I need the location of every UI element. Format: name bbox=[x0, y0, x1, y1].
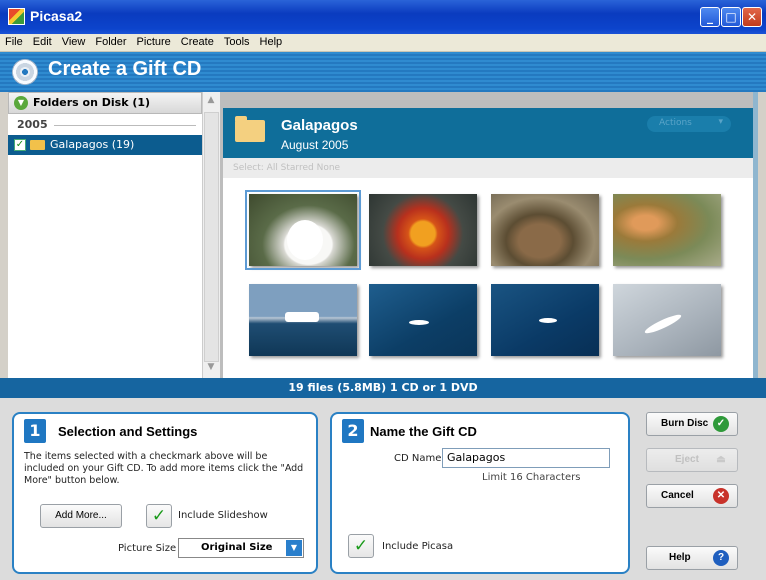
tropicbird-flying-photo[interactable] bbox=[491, 284, 599, 356]
eject-label: Eject bbox=[675, 454, 699, 465]
actions-dropdown[interactable]: Actions bbox=[647, 116, 731, 132]
collapse-arrow-icon[interactable]: ▼ bbox=[14, 96, 28, 110]
album-folder-icon bbox=[235, 116, 265, 142]
chick-shape bbox=[287, 220, 323, 260]
menu-create[interactable]: Create bbox=[176, 34, 219, 48]
menu-help[interactable]: Help bbox=[255, 34, 288, 48]
boat-shape bbox=[285, 312, 319, 322]
cancel-x-icon: ✕ bbox=[713, 488, 729, 504]
name-gift-cd-title: Name the Gift CD bbox=[370, 424, 477, 439]
year-divider: 2005 bbox=[8, 116, 202, 134]
folder-item-galapagos[interactable]: ✓ Galapagos (19) bbox=[8, 135, 202, 155]
cd-icon bbox=[12, 59, 38, 85]
name-gift-cd-card: 2 Name the Gift CD CD Name Galapagos Lim… bbox=[330, 412, 630, 574]
help-question-icon: ? bbox=[713, 550, 729, 566]
picture-size-value: Original Size bbox=[201, 542, 273, 553]
selection-settings-title: Selection and Settings bbox=[58, 424, 198, 439]
folder-icon bbox=[30, 140, 45, 150]
menu-view[interactable]: View bbox=[57, 34, 91, 48]
menu-file[interactable]: File bbox=[0, 34, 28, 48]
include-picasa-checkbox[interactable]: ✓ bbox=[348, 534, 374, 558]
include-picasa-label: Include Picasa bbox=[382, 541, 454, 552]
album-name: Galapagos bbox=[281, 117, 358, 134]
step-2-number: 2 bbox=[342, 419, 364, 443]
burn-disc-button[interactable]: Burn Disc ✓ bbox=[646, 412, 738, 436]
eject-icon: ⏏ bbox=[716, 454, 726, 465]
scrollbar-thumb[interactable] bbox=[204, 112, 219, 362]
folders-on-disk-header[interactable]: ▼ Folders on Disk (1) bbox=[8, 92, 202, 114]
checkmark-icon: ✓ bbox=[713, 416, 729, 432]
selection-status-text: 19 files (5.8MB) 1 CD or 1 DVD bbox=[288, 381, 478, 394]
folders-on-disk-label: Folders on Disk (1) bbox=[33, 96, 151, 109]
folder-scrollbar[interactable]: ▲ ▼ bbox=[202, 92, 220, 378]
gift-cd-settings-area: 1 Selection and Settings The items selec… bbox=[0, 398, 766, 580]
cancel-button[interactable]: Cancel ✕ bbox=[646, 484, 738, 508]
menu-folder[interactable]: Folder bbox=[90, 34, 131, 48]
burn-disc-label: Burn Disc bbox=[661, 418, 709, 429]
picture-size-label: Picture Size bbox=[118, 543, 177, 554]
album-scrollbar[interactable] bbox=[753, 92, 758, 378]
picasa-app-icon bbox=[8, 8, 25, 25]
cd-name-limit-text: Limit 16 Characters bbox=[482, 472, 581, 483]
folder-label: Galapagos (19) bbox=[50, 138, 135, 151]
add-more-button[interactable]: Add More... bbox=[40, 504, 122, 528]
cd-name-input[interactable]: Galapagos bbox=[442, 448, 610, 468]
selection-settings-card: 1 Selection and Settings The items selec… bbox=[12, 412, 318, 574]
thumbnail-grid bbox=[223, 178, 753, 378]
page-header: Create a Gift CD bbox=[0, 52, 766, 92]
album-panel-top-bar bbox=[223, 92, 758, 108]
album-panel: Galapagos August 2005 Actions Select: Al… bbox=[223, 92, 758, 378]
help-label: Help bbox=[669, 552, 691, 563]
maximize-button[interactable]: □ bbox=[721, 7, 741, 27]
tropicbird-over-water-photo[interactable] bbox=[369, 284, 477, 356]
land-iguana-photo[interactable] bbox=[491, 194, 599, 266]
bird-shape-3 bbox=[643, 311, 683, 337]
album-date: August 2005 bbox=[281, 138, 349, 152]
actions-label: Actions bbox=[659, 118, 692, 128]
eject-button[interactable]: Eject ⏏ bbox=[646, 448, 738, 472]
bird-shape-2 bbox=[539, 318, 557, 323]
frigatebird-chick-photo[interactable] bbox=[245, 190, 361, 270]
window-title: Picasa2 bbox=[30, 8, 83, 24]
menu-picture[interactable]: Picture bbox=[132, 34, 176, 48]
menu-tools[interactable]: Tools bbox=[219, 34, 255, 48]
step-1-number: 1 bbox=[24, 419, 46, 443]
page-title: Create a Gift CD bbox=[48, 58, 202, 80]
folder-checkbox[interactable]: ✓ bbox=[14, 139, 26, 151]
year-label: 2005 bbox=[17, 118, 48, 131]
minimize-button[interactable]: _ bbox=[700, 7, 720, 27]
sally-lightfoot-crab-photo[interactable] bbox=[369, 194, 477, 266]
tropicbird-sky-photo[interactable] bbox=[613, 284, 721, 356]
bird-shape bbox=[409, 320, 429, 325]
menu-edit[interactable]: Edit bbox=[28, 34, 57, 48]
album-header: Galapagos August 2005 Actions bbox=[223, 108, 753, 158]
cancel-label: Cancel bbox=[661, 490, 694, 501]
cd-name-label: CD Name bbox=[394, 453, 442, 464]
help-button[interactable]: Help ? bbox=[646, 546, 738, 570]
select-filter-label: Select: All Starred None bbox=[233, 163, 341, 173]
folder-panel: ▼ Folders on Disk (1) 2005 ✓ Galapagos (… bbox=[8, 92, 220, 378]
picture-size-select[interactable]: Original Size ▼ bbox=[178, 538, 304, 558]
selection-description: The items selected with a checkmark abov… bbox=[24, 451, 304, 486]
selection-status-bar: 19 files (5.8MB) 1 CD or 1 DVD bbox=[0, 378, 766, 398]
select-filter-row[interactable]: Select: All Starred None bbox=[223, 158, 753, 178]
include-slideshow-checkbox[interactable]: ✓ bbox=[146, 504, 172, 528]
menu-bar: File Edit View Folder Picture Create Tools Help bbox=[0, 34, 766, 52]
include-slideshow-label: Include Slideshow bbox=[178, 510, 268, 521]
scroll-down-icon[interactable]: ▼ bbox=[205, 362, 217, 374]
cactus-photo[interactable] bbox=[613, 194, 721, 266]
title-bar: Picasa2 _ □ ✕ bbox=[0, 0, 766, 34]
close-button[interactable]: ✕ bbox=[742, 7, 762, 27]
boat-at-sea-photo[interactable] bbox=[249, 284, 357, 356]
chevron-down-icon[interactable]: ▼ bbox=[286, 540, 302, 556]
scroll-up-icon[interactable]: ▲ bbox=[205, 95, 217, 107]
